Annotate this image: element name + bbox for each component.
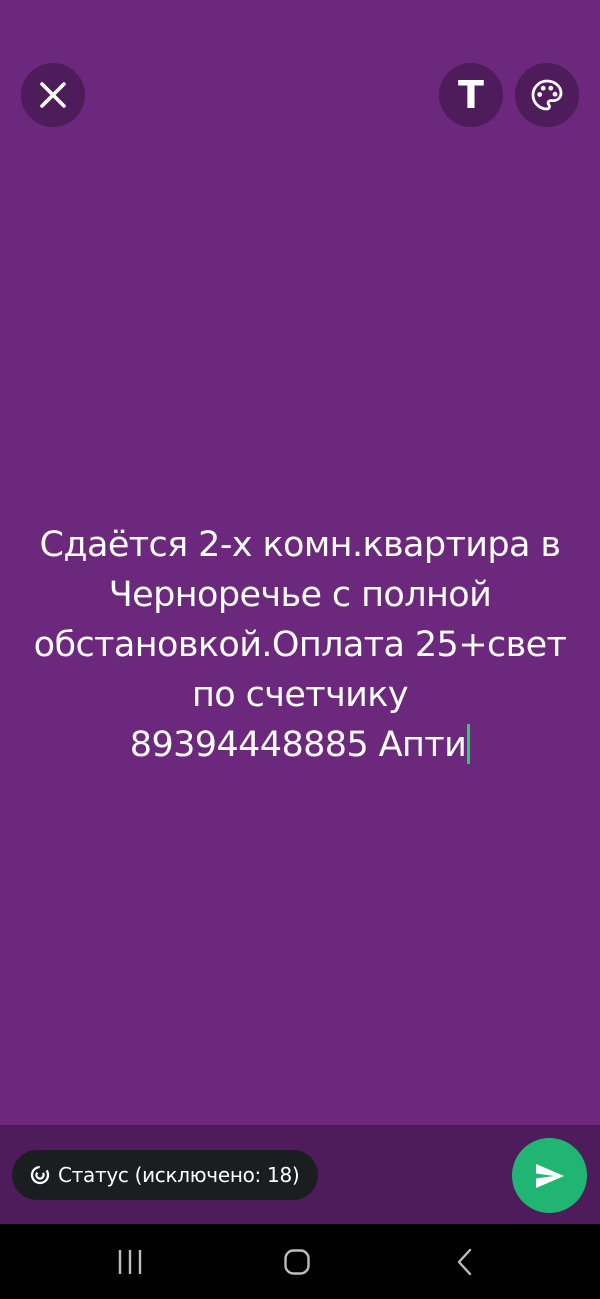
system-navigation-bar — [0, 1224, 600, 1299]
close-icon — [40, 82, 66, 108]
recents-icon — [118, 1249, 142, 1274]
recents-button[interactable] — [80, 1224, 180, 1299]
status-text: Сдаётся 2-х комн.квартира в Черноречье с… — [33, 525, 567, 765]
status-privacy-label: Статус (исключено: 18) — [58, 1163, 300, 1187]
send-icon — [535, 1163, 564, 1188]
status-privacy-button[interactable]: Статус (исключено: 18) — [12, 1150, 319, 1200]
background-color-button[interactable] — [515, 63, 579, 127]
back-icon — [457, 1248, 472, 1275]
font-style-button[interactable]: T — [439, 63, 503, 127]
back-button[interactable] — [415, 1224, 515, 1299]
text-cursor — [467, 724, 471, 764]
status-text-area[interactable]: Сдаётся 2-х комн.квартира в Черноречье с… — [20, 520, 580, 770]
home-button[interactable] — [247, 1224, 347, 1299]
close-button[interactable] — [21, 63, 85, 127]
status-ring-icon — [30, 1165, 50, 1185]
palette-icon — [531, 79, 563, 111]
home-icon — [284, 1248, 310, 1275]
send-button[interactable] — [512, 1138, 587, 1213]
text-icon: T — [458, 73, 484, 117]
